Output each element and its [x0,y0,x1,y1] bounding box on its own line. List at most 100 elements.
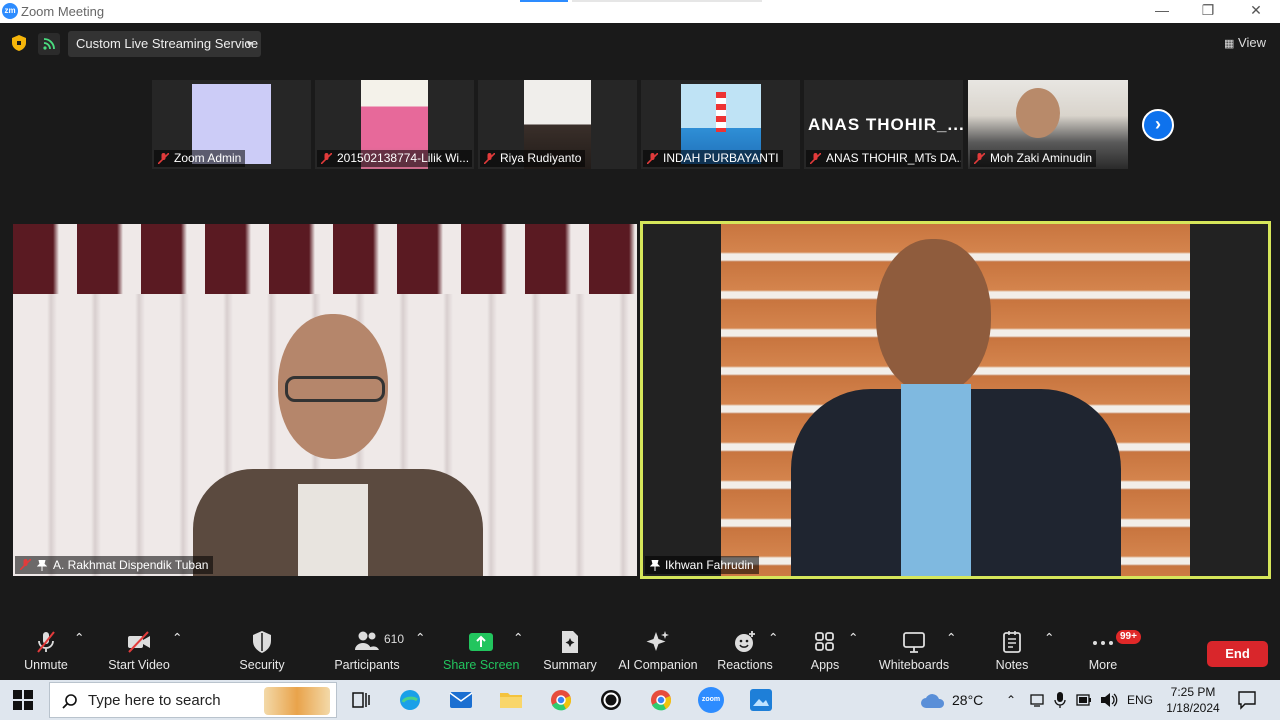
participant-display-name: ANAS THOHIR_... [808,115,963,134]
weather-cloud-icon[interactable] [920,690,946,710]
chevron-up-icon[interactable]: ⌃ [768,630,778,645]
participant-name-tag: A. Rakhmat Dispendik Tuban [15,556,214,574]
notes-icon [1003,631,1021,653]
chevron-up-icon[interactable]: ⌃ [848,630,858,645]
share-screen-label: Share Screen [443,658,520,672]
chevron-up-icon[interactable]: ⌃ [1006,680,1016,720]
more-notification-badge: 99+ [1116,630,1141,644]
maximize-icon[interactable]: ❐ [1198,2,1218,19]
microphone-in-use-icon[interactable] [1054,692,1066,708]
ai-companion-button[interactable]: AI Companion [616,630,700,672]
participant-thumbnail[interactable]: Zoom Admin [152,80,311,169]
search-placeholder: Type here to search [88,692,221,709]
meeting-controls-toolbar: Unmute ⌃ Start Video ⌃ Security 610 Part… [0,622,1280,680]
view-button[interactable]: ▦ View [1224,35,1266,50]
clock-time: 7:25 PM [1170,685,1216,699]
zoom-app-icon: zm [2,3,18,19]
summary-button[interactable]: Summary [541,630,599,672]
whatsapp-icon[interactable] [599,688,623,712]
participant-name: 201502138774-Lilik Wi... [337,151,470,165]
chrome-icon[interactable] [549,688,573,712]
windows-taskbar: Type here to search zoom 28°C ⌃ ENG 7:25… [0,680,1280,720]
encryption-shield-icon[interactable] [12,35,26,51]
participant-name: Moh Zaki Aminudin [990,151,1093,165]
network-icon[interactable] [1030,693,1044,707]
participants-count: 610 [384,632,405,646]
notifications-icon[interactable] [1237,690,1257,710]
apps-label: Apps [810,658,840,672]
connection-signal-icon[interactable] [38,33,60,55]
share-screen-icon [469,633,493,651]
security-button[interactable]: Security [234,630,290,672]
participant-thumbnail[interactable]: Moh Zaki Aminudin [968,80,1128,169]
window-title: Zoom Meeting [21,4,105,19]
weather-temperature[interactable]: 28°C [952,680,983,720]
participant-name: Riya Rudiyanto [500,151,582,165]
volume-icon[interactable] [1100,692,1118,708]
reactions-label: Reactions [717,658,773,672]
video-off-icon [128,631,150,653]
taskbar-clock[interactable]: 7:25 PM 1/18/2024 [1162,684,1224,716]
muted-mic-icon [158,153,169,164]
participant-name-tag: Riya Rudiyanto [480,150,586,167]
muted-mic-icon [484,153,495,164]
participant-thumbnail[interactable]: ANAS THOHIR_... ANAS THOHIR_MTs DA... [804,80,963,169]
live-streaming-dropdown[interactable]: Custom Live Streaming Service ▼ [68,31,261,57]
participant-name-tag: Moh Zaki Aminudin [970,150,1097,167]
clock-date: 1/18/2024 [1166,701,1220,715]
unmute-label: Unmute [24,658,68,672]
participant-name-tag: ANAS THOHIR_MTs DA... [806,150,961,167]
notes-button[interactable]: Notes [990,630,1034,672]
participant-name: Ikhwan Fahrudin [665,558,754,572]
close-icon[interactable]: ✕ [1246,2,1266,19]
video-tile-rakhmat[interactable]: A. Rakhmat Dispendik Tuban [13,224,637,576]
input-language[interactable]: ENG [1127,680,1153,720]
edge-browser-icon[interactable] [398,688,422,712]
chevron-up-icon[interactable]: ⌃ [172,630,182,645]
ai-sparkle-icon [646,631,669,651]
reactions-button[interactable]: Reactions [716,630,774,672]
whiteboards-button[interactable]: Whiteboards [876,630,952,672]
task-view-icon[interactable] [350,688,374,712]
file-explorer-icon[interactable] [499,688,523,712]
title-progress-segment [520,0,568,2]
meeting-topbar: Custom Live Streaming Service ▼ ▦ View [0,23,1280,63]
participant-name: INDAH PURBAYANTI [663,151,779,165]
start-video-button[interactable]: Start Video [104,630,174,672]
chevron-up-icon[interactable]: ⌃ [513,630,523,645]
search-highlight-dragon-image [264,687,330,715]
summary-label: Summary [543,658,597,672]
photos-app-icon[interactable] [749,688,773,712]
participants-icon [355,631,379,650]
zoom-taskbar-icon[interactable]: zoom [698,687,724,713]
notes-label: Notes [995,658,1029,672]
battery-icon[interactable] [1076,693,1092,707]
apps-icon [815,632,834,651]
participant-name-tag: Zoom Admin [154,150,246,167]
participant-thumbnail[interactable]: 201502138774-Lilik Wi... [315,80,474,169]
end-meeting-button[interactable]: End [1207,641,1268,667]
next-page-chevron-right-icon[interactable]: › [1142,109,1174,141]
mail-icon[interactable] [449,688,473,712]
chevron-up-icon[interactable]: ⌃ [74,630,84,645]
minimize-icon[interactable]: — [1152,2,1172,18]
muted-mic-icon [20,559,31,570]
unmute-button[interactable]: Unmute [20,630,72,672]
participant-video [721,224,1190,576]
chevron-up-icon[interactable]: ⌃ [415,630,425,645]
windows-start-icon[interactable] [13,690,33,710]
reactions-emoji-icon [735,631,755,652]
chevron-up-icon[interactable]: ⌃ [946,630,956,645]
participant-thumbnail[interactable]: Riya Rudiyanto [478,80,637,169]
video-tile-ikhwan-active-speaker[interactable]: Ikhwan Fahrudin [640,221,1271,579]
taskbar-search-box[interactable]: Type here to search [49,682,337,718]
chevron-up-icon[interactable]: ⌃ [1044,630,1054,645]
share-screen-button[interactable]: Share Screen [443,630,519,672]
participant-name-tag: INDAH PURBAYANTI [643,150,783,167]
muted-mic-icon [810,153,821,164]
participant-thumbnail[interactable]: INDAH PURBAYANTI [641,80,800,169]
summary-icon [562,631,578,653]
chrome-profile-icon[interactable] [649,688,673,712]
participants-button[interactable]: 610 Participants [330,630,404,672]
apps-button[interactable]: Apps [806,630,844,672]
